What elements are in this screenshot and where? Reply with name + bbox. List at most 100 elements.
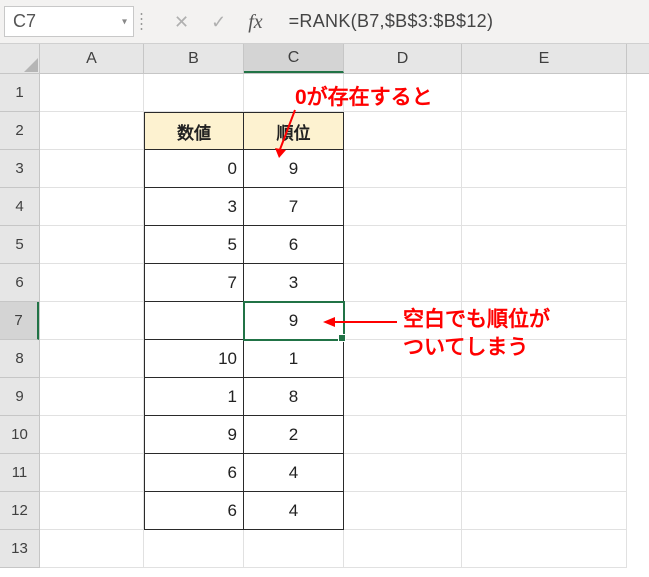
col-header-e[interactable]: E <box>462 44 627 73</box>
cell[interactable] <box>344 112 462 150</box>
cell[interactable] <box>40 150 144 188</box>
cell[interactable] <box>344 416 462 454</box>
cell[interactable] <box>244 530 344 568</box>
cell-rank[interactable]: 3 <box>244 264 344 302</box>
table-header-rank[interactable]: 順位 <box>244 112 344 150</box>
cell[interactable] <box>462 454 627 492</box>
cell[interactable] <box>344 226 462 264</box>
name-box[interactable]: C7 ▾ <box>4 6 134 37</box>
cell[interactable] <box>344 188 462 226</box>
cell[interactable] <box>344 302 462 340</box>
cell[interactable] <box>462 150 627 188</box>
cell-value[interactable]: 3 <box>144 188 244 226</box>
cell-value[interactable]: 6 <box>144 492 244 530</box>
cell[interactable] <box>40 74 144 112</box>
cell[interactable] <box>462 340 627 378</box>
select-all-corner[interactable] <box>0 44 40 74</box>
chevron-down-icon[interactable]: ▾ <box>122 16 127 27</box>
cancel-icon[interactable]: ✕ <box>174 13 189 31</box>
worksheet-grid[interactable]: 数値 順位 0 9 3 7 5 6 7 3 9 <box>40 74 649 577</box>
cell-value[interactable]: 6 <box>144 454 244 492</box>
cell[interactable] <box>40 454 144 492</box>
cell-c7[interactable]: 9 <box>244 302 344 340</box>
row-header-8[interactable]: 8 <box>0 340 39 378</box>
col-header-c[interactable]: C <box>244 44 344 73</box>
cell[interactable] <box>40 378 144 416</box>
cell-value[interactable]: 9 <box>144 416 244 454</box>
formula-input[interactable]: =RANK(B7,$B$3:$B$12) <box>273 0 649 43</box>
cell-value[interactable]: 1 <box>144 378 244 416</box>
cell[interactable] <box>462 112 627 150</box>
cell[interactable] <box>344 150 462 188</box>
row-header-10[interactable]: 10 <box>0 416 39 454</box>
row-header-7[interactable]: 7 <box>0 302 39 340</box>
row-header-12[interactable]: 12 <box>0 492 39 530</box>
col-header-b[interactable]: B <box>144 44 244 73</box>
cell[interactable] <box>40 112 144 150</box>
fx-icon[interactable]: fx <box>248 12 262 32</box>
cell-rank[interactable]: 4 <box>244 492 344 530</box>
cell-rank[interactable]: 2 <box>244 416 344 454</box>
cell[interactable] <box>462 492 627 530</box>
grid-row <box>40 74 649 112</box>
table-row: 3 7 <box>40 188 649 226</box>
row-header-1[interactable]: 1 <box>0 74 39 112</box>
cell-rank[interactable]: 8 <box>244 378 344 416</box>
row-header-6[interactable]: 6 <box>0 264 39 302</box>
cell-value[interactable]: 0 <box>144 150 244 188</box>
cell[interactable] <box>462 302 627 340</box>
cell[interactable] <box>462 378 627 416</box>
cell-rank[interactable]: 7 <box>244 188 344 226</box>
cell[interactable] <box>462 74 627 112</box>
cell[interactable] <box>344 264 462 302</box>
cell-rank[interactable]: 9 <box>244 150 344 188</box>
row-header-13[interactable]: 13 <box>0 530 39 568</box>
row-header-11[interactable]: 11 <box>0 454 39 492</box>
row-headers: 1 2 3 4 5 6 7 8 9 10 11 12 13 <box>0 74 40 568</box>
cell[interactable] <box>144 74 244 112</box>
cell-value[interactable]: 10 <box>144 340 244 378</box>
cell-rank[interactable]: 1 <box>244 340 344 378</box>
cell[interactable] <box>344 530 462 568</box>
cell[interactable] <box>344 378 462 416</box>
formula-bar: C7 ▾ ✕ ✓ fx =RANK(B7,$B$3:$B$12) <box>0 0 649 44</box>
col-header-a[interactable]: A <box>40 44 144 73</box>
cell-value[interactable]: 7 <box>144 264 244 302</box>
table-row: 6 4 <box>40 454 649 492</box>
row-header-4[interactable]: 4 <box>0 188 39 226</box>
row-header-9[interactable]: 9 <box>0 378 39 416</box>
cell-value[interactable]: 5 <box>144 226 244 264</box>
cell[interactable] <box>462 264 627 302</box>
cell[interactable] <box>344 74 462 112</box>
enter-icon[interactable]: ✓ <box>211 13 226 31</box>
triangle-icon <box>24 58 38 72</box>
cell[interactable] <box>244 74 344 112</box>
cell[interactable] <box>462 530 627 568</box>
cell[interactable] <box>462 416 627 454</box>
cell-value[interactable] <box>144 302 244 340</box>
cell[interactable] <box>40 188 144 226</box>
cell[interactable] <box>40 264 144 302</box>
cell-rank[interactable]: 6 <box>244 226 344 264</box>
col-header-d[interactable]: D <box>344 44 462 73</box>
formula-text: =RANK(B7,$B$3:$B$12) <box>289 11 494 32</box>
table-header-value[interactable]: 数値 <box>144 112 244 150</box>
cell[interactable] <box>40 492 144 530</box>
row-header-3[interactable]: 3 <box>0 150 39 188</box>
cell-rank[interactable]: 4 <box>244 454 344 492</box>
cell[interactable] <box>462 226 627 264</box>
cell[interactable] <box>462 188 627 226</box>
row-header-5[interactable]: 5 <box>0 226 39 264</box>
cell[interactable] <box>344 454 462 492</box>
grid-row: 数値 順位 <box>40 112 649 150</box>
cell[interactable] <box>40 302 144 340</box>
cell[interactable] <box>144 530 244 568</box>
cell[interactable] <box>344 340 462 378</box>
cell[interactable] <box>40 416 144 454</box>
cell[interactable] <box>40 226 144 264</box>
cell[interactable] <box>344 492 462 530</box>
table-row: 9 2 <box>40 416 649 454</box>
row-header-2[interactable]: 2 <box>0 112 39 150</box>
cell[interactable] <box>40 530 144 568</box>
cell[interactable] <box>40 340 144 378</box>
